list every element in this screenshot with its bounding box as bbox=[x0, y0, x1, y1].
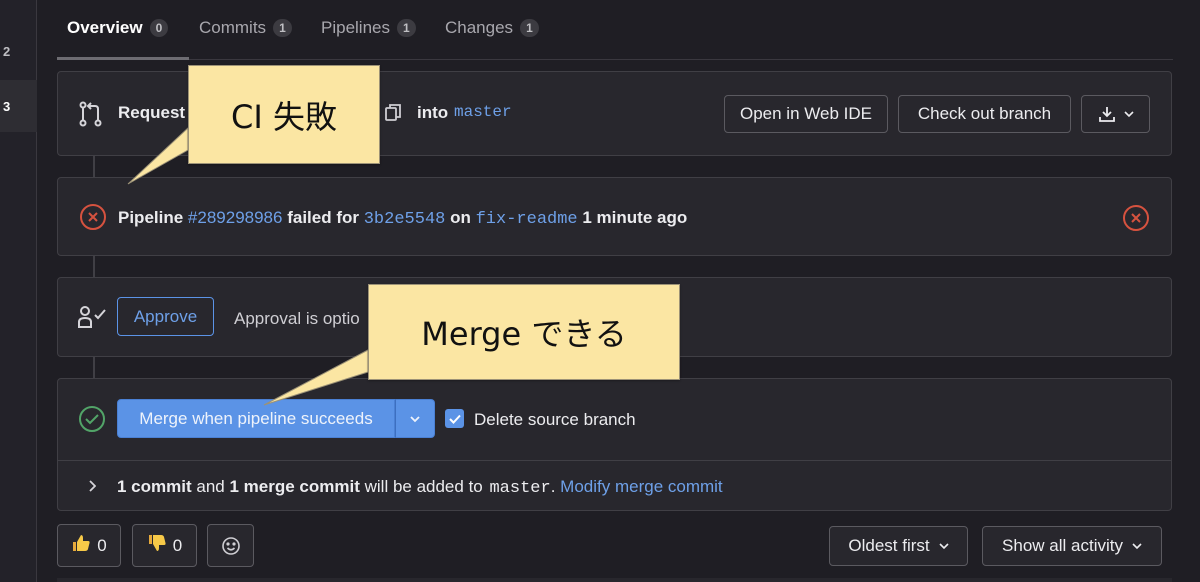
callout-merge-possible: Merge できる bbox=[368, 284, 680, 380]
callout-text: Merge できる bbox=[421, 315, 627, 353]
